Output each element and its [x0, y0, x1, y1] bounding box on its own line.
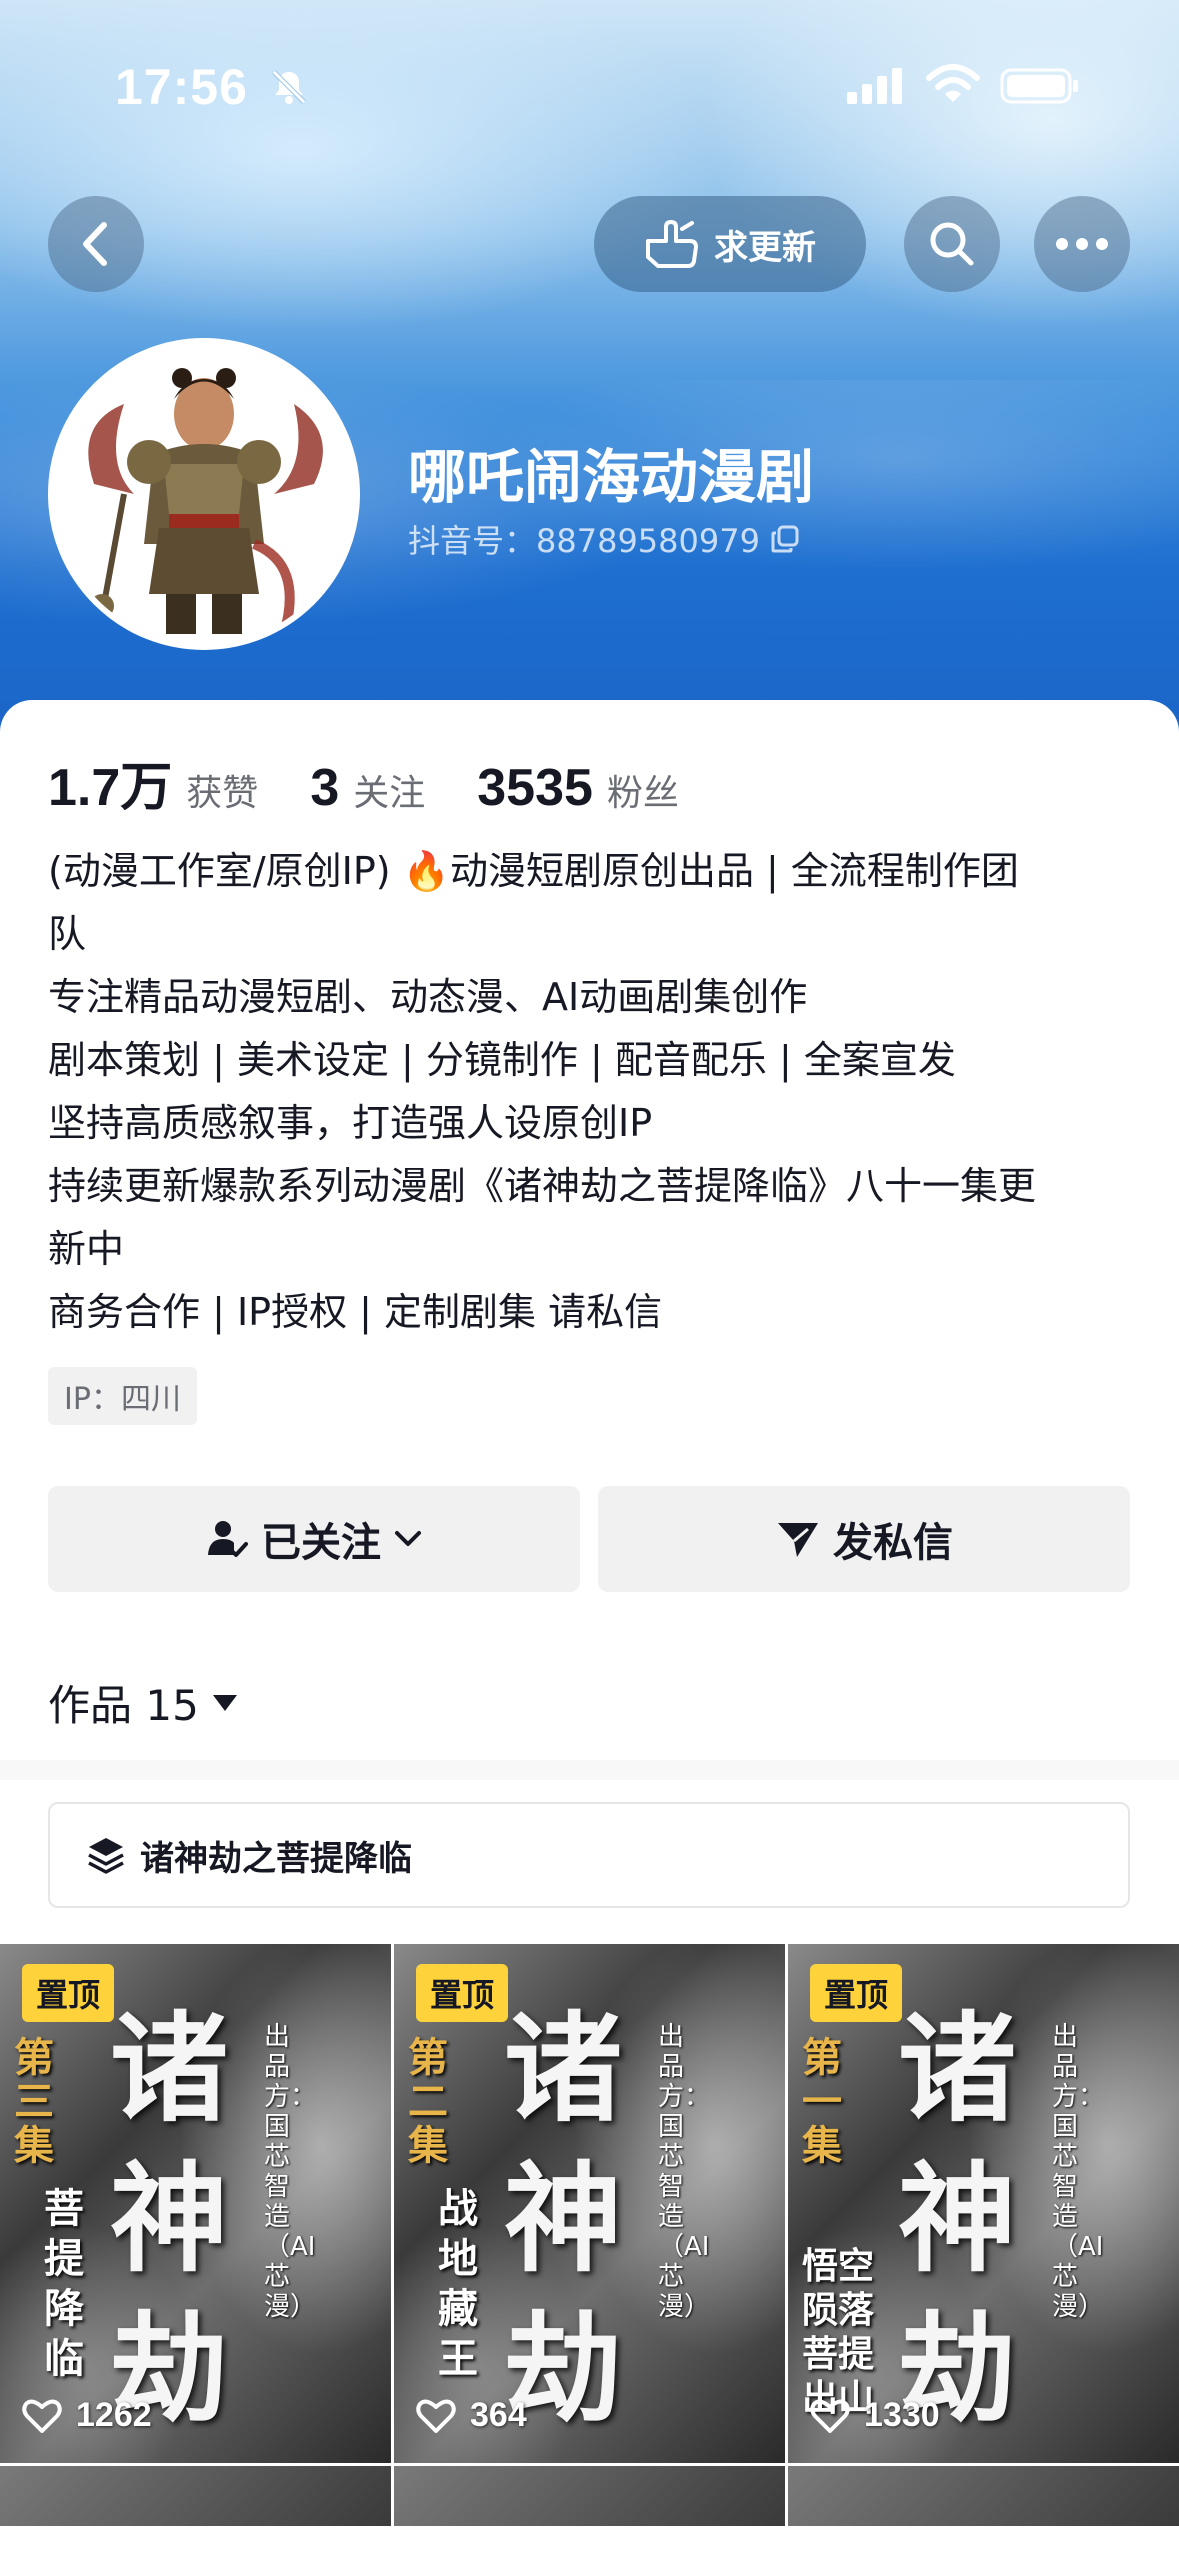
video-subtitle-art: 悟空陨落 菩提出山 [802, 2245, 875, 2419]
likes-label[interactable]: 获赞 [186, 764, 258, 816]
copy-icon[interactable] [770, 524, 800, 554]
status-time: 17:56 [115, 59, 248, 115]
video-likes-count: 364 [470, 2396, 527, 2434]
video-episode-art: 第三集 [14, 2034, 54, 2169]
video-title-art: 诸神劫 [110, 1999, 229, 2438]
bio-line: 新中 [48, 1227, 125, 1271]
video-thumbnail[interactable]: 诸神劫 第二集 战地藏王 出品方：国芯智造（AI芯漫） 置顶 364 [394, 1944, 785, 2463]
send-message-button[interactable]: 发私信 [598, 1486, 1130, 1592]
video-episode-art: 第一集 [802, 2034, 842, 2169]
pointing-hand-icon [646, 220, 698, 268]
silent-bell-icon [272, 70, 306, 104]
bio-line: (动漫工作室/原创IP) 🔥动漫短剧原创出品 | 全流程制作团 [48, 849, 1019, 893]
chevron-left-icon [83, 222, 107, 266]
battery-icon [1000, 68, 1078, 104]
collection-title: 诸神劫之菩提降临 [140, 1838, 412, 1879]
video-title-art: 诸神劫 [898, 1999, 1017, 2438]
works-tab-label: 作品 15 [48, 1681, 199, 1730]
status-bar: 17:56 [0, 0, 1179, 150]
video-subtitle-art: 菩提降临 [44, 2185, 84, 2382]
cellular-signal-icon [847, 68, 902, 104]
request-update-button[interactable]: 求更新 [594, 196, 866, 292]
followed-button[interactable]: 已关注 [48, 1486, 580, 1592]
bio-line: 队 [48, 912, 87, 956]
more-options-button[interactable] [1034, 196, 1130, 292]
profile-card: 1.7万 获赞 3 关注 3535 粉丝 (动漫工作室/原创IP) 🔥动漫短剧原… [0, 700, 1179, 2556]
request-update-label: 求更新 [714, 227, 816, 268]
followed-label: 已关注 [261, 1520, 381, 1566]
likes-count[interactable]: 1.7万 [48, 745, 172, 820]
douyin-id-text: 抖音号：88789580979 [408, 522, 760, 560]
heart-icon [22, 2399, 62, 2433]
video-thumbnail-partial[interactable] [0, 2466, 391, 2526]
profile-bio: (动漫工作室/原创IP) 🔥动漫短剧原创出品 | 全流程制作团 队 专注精品动漫… [48, 840, 1138, 1344]
wifi-icon [926, 64, 980, 102]
profile-name: 哪吒闹海动漫剧 [408, 443, 815, 511]
avatar[interactable] [48, 338, 360, 650]
bio-line: 持续更新爆款系列动漫剧《诸神劫之菩提降临》八十一集更 [48, 1164, 1037, 1208]
dropdown-triangle-icon [212, 1694, 237, 1711]
video-title-art: 诸神劫 [504, 1999, 623, 2438]
send-message-label: 发私信 [833, 1520, 953, 1566]
works-tab[interactable]: 作品 15 [48, 1672, 239, 1733]
bio-line: 剧本策划 | 美术设定 | 分镜制作 | 配音配乐 | 全案宣发 [48, 1038, 956, 1082]
search-button[interactable] [904, 196, 1000, 292]
section-divider [0, 1760, 1179, 1780]
video-subtitle-art: 战地藏王 [438, 2185, 478, 2382]
pinned-badge: 置顶 [22, 1964, 115, 2022]
layers-icon [88, 1838, 124, 1874]
send-plane-icon [778, 1523, 818, 1557]
armored-warrior-avatar-image [54, 344, 354, 644]
search-icon [930, 222, 974, 266]
video-credit-art: 出品方：国芯智造（AI芯漫） [658, 2022, 711, 2322]
heart-icon [810, 2399, 850, 2433]
heart-icon [416, 2399, 456, 2433]
more-dots-icon [1056, 238, 1108, 250]
back-button[interactable] [48, 196, 144, 292]
video-thumbnail[interactable]: 诸神劫 第三集 菩提降临 出品方：国芯智造（AI芯漫） 置顶 1262 [0, 1944, 391, 2463]
followers-count[interactable]: 3535 [477, 758, 593, 818]
video-episode-art: 第二集 [408, 2034, 448, 2169]
user-check-icon [208, 1521, 248, 1557]
video-credit-art: 出品方：国芯智造（AI芯漫） [264, 2022, 317, 2322]
video-thumbnail-partial[interactable] [788, 2466, 1179, 2526]
profile-stats: 1.7万 获赞 3 关注 3535 粉丝 [48, 745, 731, 820]
pinned-badge: 置顶 [416, 1964, 509, 2022]
video-credit-art: 出品方：国芯智造（AI芯漫） [1052, 2022, 1105, 2322]
bio-line: 商务合作 | IP授权 | 定制剧集 请私信 [48, 1290, 663, 1334]
pinned-badge: 置顶 [810, 1964, 903, 2022]
video-thumbnail[interactable]: 诸神劫 第一集 悟空陨落 菩提出山 出品方：国芯智造（AI芯漫） 置顶 1330 [788, 1944, 1179, 2463]
douyin-id[interactable]: 抖音号：88789580979 [408, 516, 800, 562]
video-thumbnail-partial[interactable] [394, 2466, 785, 2526]
collection-chip[interactable]: 诸神劫之菩提降临 [48, 1802, 1130, 1908]
following-count[interactable]: 3 [310, 758, 339, 818]
bio-line: 坚持高质感叙事，打造强人设原创IP [48, 1101, 653, 1145]
video-likes: 364 [416, 2396, 527, 2435]
followers-label[interactable]: 粉丝 [607, 764, 679, 816]
video-likes-count: 1330 [864, 2396, 940, 2434]
following-label[interactable]: 关注 [353, 764, 425, 816]
video-likes: 1330 [810, 2396, 940, 2435]
bio-line: 专注精品动漫短剧、动态漫、AI动画剧集创作 [48, 975, 808, 1019]
video-likes: 1262 [22, 2396, 152, 2435]
video-likes-count: 1262 [76, 2396, 152, 2434]
ip-location-tag: IP：四川 [48, 1367, 197, 1425]
chevron-down-icon [395, 1531, 421, 1546]
